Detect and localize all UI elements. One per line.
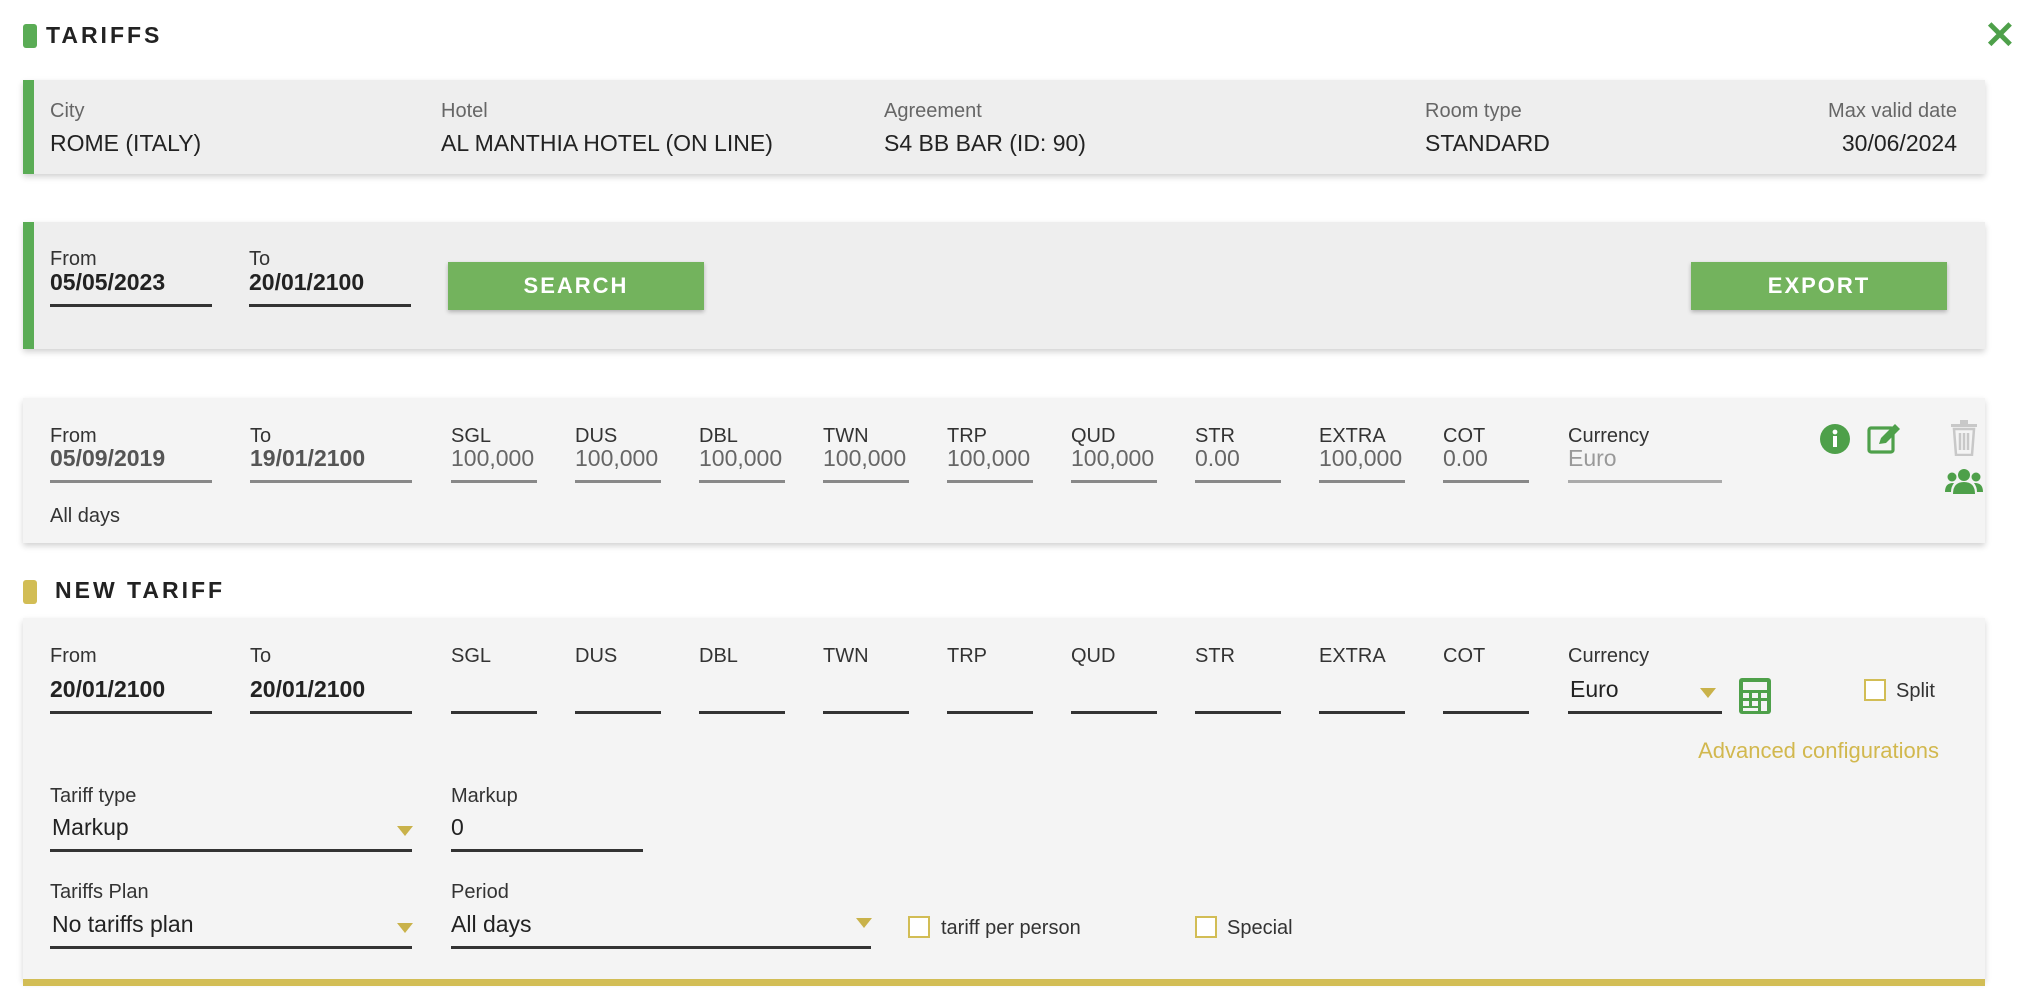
export-button[interactable]: EXPORT [1691, 262, 1947, 310]
trp-label: TRP [947, 645, 987, 667]
qud-field: 100,000 [1071, 443, 1157, 483]
tariffs-plan-select[interactable]: No tariffs plan [50, 909, 412, 949]
dbl-field: 100,000 [699, 443, 785, 483]
str-input[interactable] [1195, 674, 1281, 714]
twn-field: 100,000 [823, 443, 909, 483]
hotel-label: Hotel [441, 100, 488, 122]
chevron-down-icon [856, 918, 872, 928]
new-tariff-title: NEW TARIFF [55, 577, 226, 603]
to-date-input[interactable]: 20/01/2100 [249, 267, 411, 307]
city-value: ROME (ITALY) [50, 130, 202, 156]
currency-label: Currency [1568, 645, 1650, 667]
split-checkbox[interactable] [1864, 679, 1886, 701]
agreement-value: S4 BB BAR (ID: 90) [884, 130, 1086, 156]
from-date-input[interactable]: 05/05/2023 [50, 267, 212, 307]
delete-icon[interactable] [1949, 420, 1979, 456]
chevron-down-icon [1700, 688, 1716, 698]
users-icon[interactable] [1945, 468, 1983, 494]
from-date-input[interactable]: 20/01/2100 [50, 674, 212, 714]
currency-field: Euro [1568, 443, 1722, 483]
from-date-field: 05/09/2019 [50, 443, 212, 483]
sgl-label: SGL [451, 645, 492, 667]
special-checkbox[interactable] [1195, 916, 1217, 938]
cot-label: COT [1443, 645, 1486, 667]
markup-input[interactable]: 0 [451, 812, 643, 852]
search-card: From 05/05/2023 To 20/01/2100 SEARCH EXP… [23, 222, 1985, 349]
sgl-input[interactable] [451, 674, 537, 714]
chevron-down-icon [397, 923, 413, 933]
room-type-label: Room type [1425, 100, 1522, 122]
dus-field: 100,000 [575, 443, 661, 483]
room-type-value: STANDARD [1425, 130, 1550, 156]
period-label: Period [451, 881, 509, 903]
info-card: City ROME (ITALY) Hotel AL MANTHIA HOTEL… [23, 80, 1985, 174]
period-select[interactable]: All days [451, 909, 871, 949]
period-text: All days [50, 505, 121, 527]
currency-select[interactable]: Euro [1568, 674, 1722, 714]
dus-label: DUS [575, 645, 618, 667]
to-label: To [250, 645, 272, 667]
new-tariff-card: From 20/01/2100 To 20/01/2100 SGL DUS DB… [23, 618, 1985, 980]
cot-input[interactable] [1443, 674, 1529, 714]
extra-input[interactable] [1319, 674, 1405, 714]
extra-label: EXTRA [1319, 645, 1386, 667]
calculator-icon[interactable] [1739, 678, 1771, 714]
markup-label: Markup [451, 785, 518, 807]
to-date-input[interactable]: 20/01/2100 [250, 674, 412, 714]
chevron-down-icon [397, 826, 413, 836]
sgl-field: 100,000 [451, 443, 537, 483]
str-field: 0.00 [1195, 443, 1281, 483]
twn-label: TWN [823, 645, 869, 667]
title-marker [23, 24, 37, 48]
page-title: TARIFFS [46, 22, 163, 48]
tariff-row: From 05/09/2019 To 19/01/2100 SGL 100,00… [23, 398, 1985, 543]
tariffs-plan-label: Tariffs Plan [50, 881, 149, 903]
extra-field: 100,000 [1319, 443, 1405, 483]
advanced-configurations-link[interactable]: Advanced configurations [1698, 738, 1939, 764]
card-accent [23, 80, 34, 174]
edit-icon[interactable] [1867, 422, 1901, 456]
agreement-label: Agreement [884, 100, 982, 122]
info-icon[interactable] [1820, 424, 1850, 454]
tariff-per-person-label: tariff per person [941, 917, 1081, 939]
max-date-label: Max valid date [1828, 100, 1957, 122]
split-label: Split [1896, 680, 1935, 702]
qud-label: QUD [1071, 645, 1116, 667]
card-accent [23, 222, 34, 349]
from-label: From [50, 645, 97, 667]
tariff-type-label: Tariff type [50, 785, 137, 807]
cot-field: 0.00 [1443, 443, 1529, 483]
tariff-type-select[interactable]: Markup [50, 812, 412, 852]
card-bottom-accent [23, 979, 1985, 986]
str-label: STR [1195, 645, 1235, 667]
dus-input[interactable] [575, 674, 661, 714]
trp-field: 100,000 [947, 443, 1033, 483]
hotel-value: AL MANTHIA HOTEL (ON LINE) [441, 130, 773, 156]
close-icon[interactable]: ✕ [1984, 14, 2016, 58]
trp-input[interactable] [947, 674, 1033, 714]
twn-input[interactable] [823, 674, 909, 714]
new-tariff-marker [23, 580, 37, 604]
to-date-field: 19/01/2100 [250, 443, 412, 483]
city-label: City [50, 100, 85, 122]
dbl-label: DBL [699, 645, 738, 667]
qud-input[interactable] [1071, 674, 1157, 714]
tariff-per-person-checkbox[interactable] [908, 916, 930, 938]
search-button[interactable]: SEARCH [448, 262, 704, 310]
special-label: Special [1227, 917, 1293, 939]
max-date-value: 30/06/2024 [1841, 130, 1957, 156]
dbl-input[interactable] [699, 674, 785, 714]
